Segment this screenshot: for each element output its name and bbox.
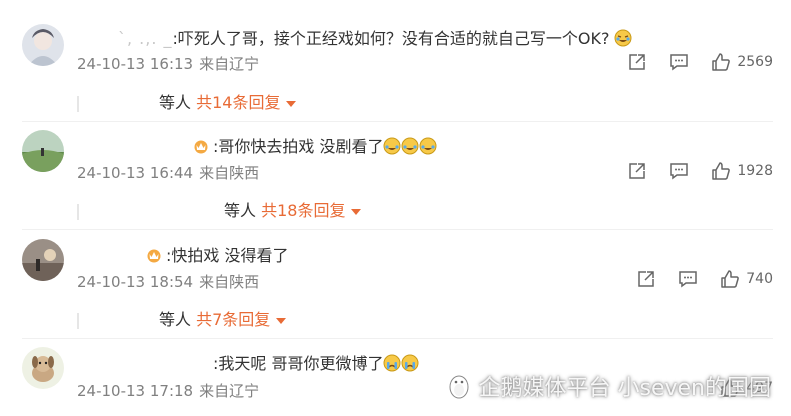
avatar[interactable] (22, 239, 64, 281)
share-icon[interactable] (627, 52, 647, 72)
laugh-cry-emoji-icon (614, 29, 631, 47)
comment-meta: 24-10-13 18:54 来自陕西 (77, 271, 259, 292)
comment-meta: 24-10-13 16:44 来自陕西 (77, 162, 259, 183)
crown-badge-icon (147, 249, 161, 263)
divider (77, 312, 79, 329)
laugh-cry-emoji-icon (401, 137, 419, 155)
avatar[interactable] (22, 24, 64, 66)
reply-summary: 等人 共14条回复 (77, 89, 297, 113)
divider (22, 338, 773, 339)
comment-location: 来自陕西 (199, 164, 260, 182)
comment-text: :快拍戏 没得看了 (146, 242, 288, 266)
comment-location: 来自辽宁 (199, 55, 260, 73)
comment-actions: 1928 (627, 161, 773, 181)
comment-time: 24-10-13 16:13 (77, 55, 194, 73)
comment-actions: 2569 (627, 52, 773, 72)
chevron-down-icon (351, 208, 362, 215)
chevron-down-icon (276, 317, 287, 324)
crying-emoji-icon (401, 354, 419, 372)
comment-text: `, .,. _:吓死人了哥，接个正经戏如何？没有合适的就自己写一个OK? (118, 25, 632, 49)
laugh-cry-emoji-icon (383, 137, 401, 155)
like-icon[interactable] (711, 161, 731, 181)
chevron-down-icon (286, 100, 297, 107)
avatar[interactable] (22, 130, 64, 172)
comment-meta: 24-10-13 16:13 来自辽宁 (77, 53, 259, 74)
comment-icon[interactable] (669, 161, 689, 181)
view-replies-link[interactable]: 共18条回复 (261, 201, 362, 220)
comment-meta: 24-10-13 17:18 来自辽宁 (77, 380, 259, 401)
share-icon[interactable] (627, 161, 647, 181)
penguin-logo-icon (449, 375, 468, 399)
like-count: 2569 (737, 54, 773, 70)
comment-text: :哥你快去拍戏 没剧看了 (193, 133, 437, 157)
reply-summary: 等人 共18条回复 (77, 197, 362, 221)
comment-text: :我天呢 哥哥你更微博了 (213, 350, 419, 374)
share-icon[interactable] (636, 269, 656, 289)
divider (77, 203, 79, 220)
comment-icon[interactable] (678, 269, 698, 289)
like-count: 740 (746, 271, 773, 287)
comment-icon[interactable] (669, 52, 689, 72)
like-count: 1928 (737, 163, 773, 179)
like-icon[interactable] (711, 52, 731, 72)
divider (22, 121, 773, 122)
crown-badge-icon (194, 140, 208, 154)
crying-emoji-icon (383, 354, 401, 372)
masked-username: `, .,. _ (118, 29, 173, 48)
laugh-cry-emoji-icon (419, 137, 437, 155)
avatar[interactable] (22, 347, 64, 389)
watermark: 企鹅媒体平台 小seven的国园 (445, 370, 771, 402)
divider (77, 95, 79, 112)
view-replies-link[interactable]: 共7条回复 (196, 310, 287, 329)
comment-location: 来自陕西 (199, 273, 260, 291)
comment-time: 24-10-13 17:18 (77, 382, 194, 400)
comment-time: 24-10-13 18:54 (77, 273, 194, 291)
view-replies-link[interactable]: 共14条回复 (196, 93, 297, 112)
comment-actions: 740 (636, 269, 773, 289)
divider (22, 229, 773, 230)
comment-location: 来自辽宁 (199, 382, 260, 400)
like-icon[interactable] (720, 269, 740, 289)
comment-time: 24-10-13 16:44 (77, 164, 194, 182)
reply-summary: 等人 共7条回复 (77, 306, 287, 330)
